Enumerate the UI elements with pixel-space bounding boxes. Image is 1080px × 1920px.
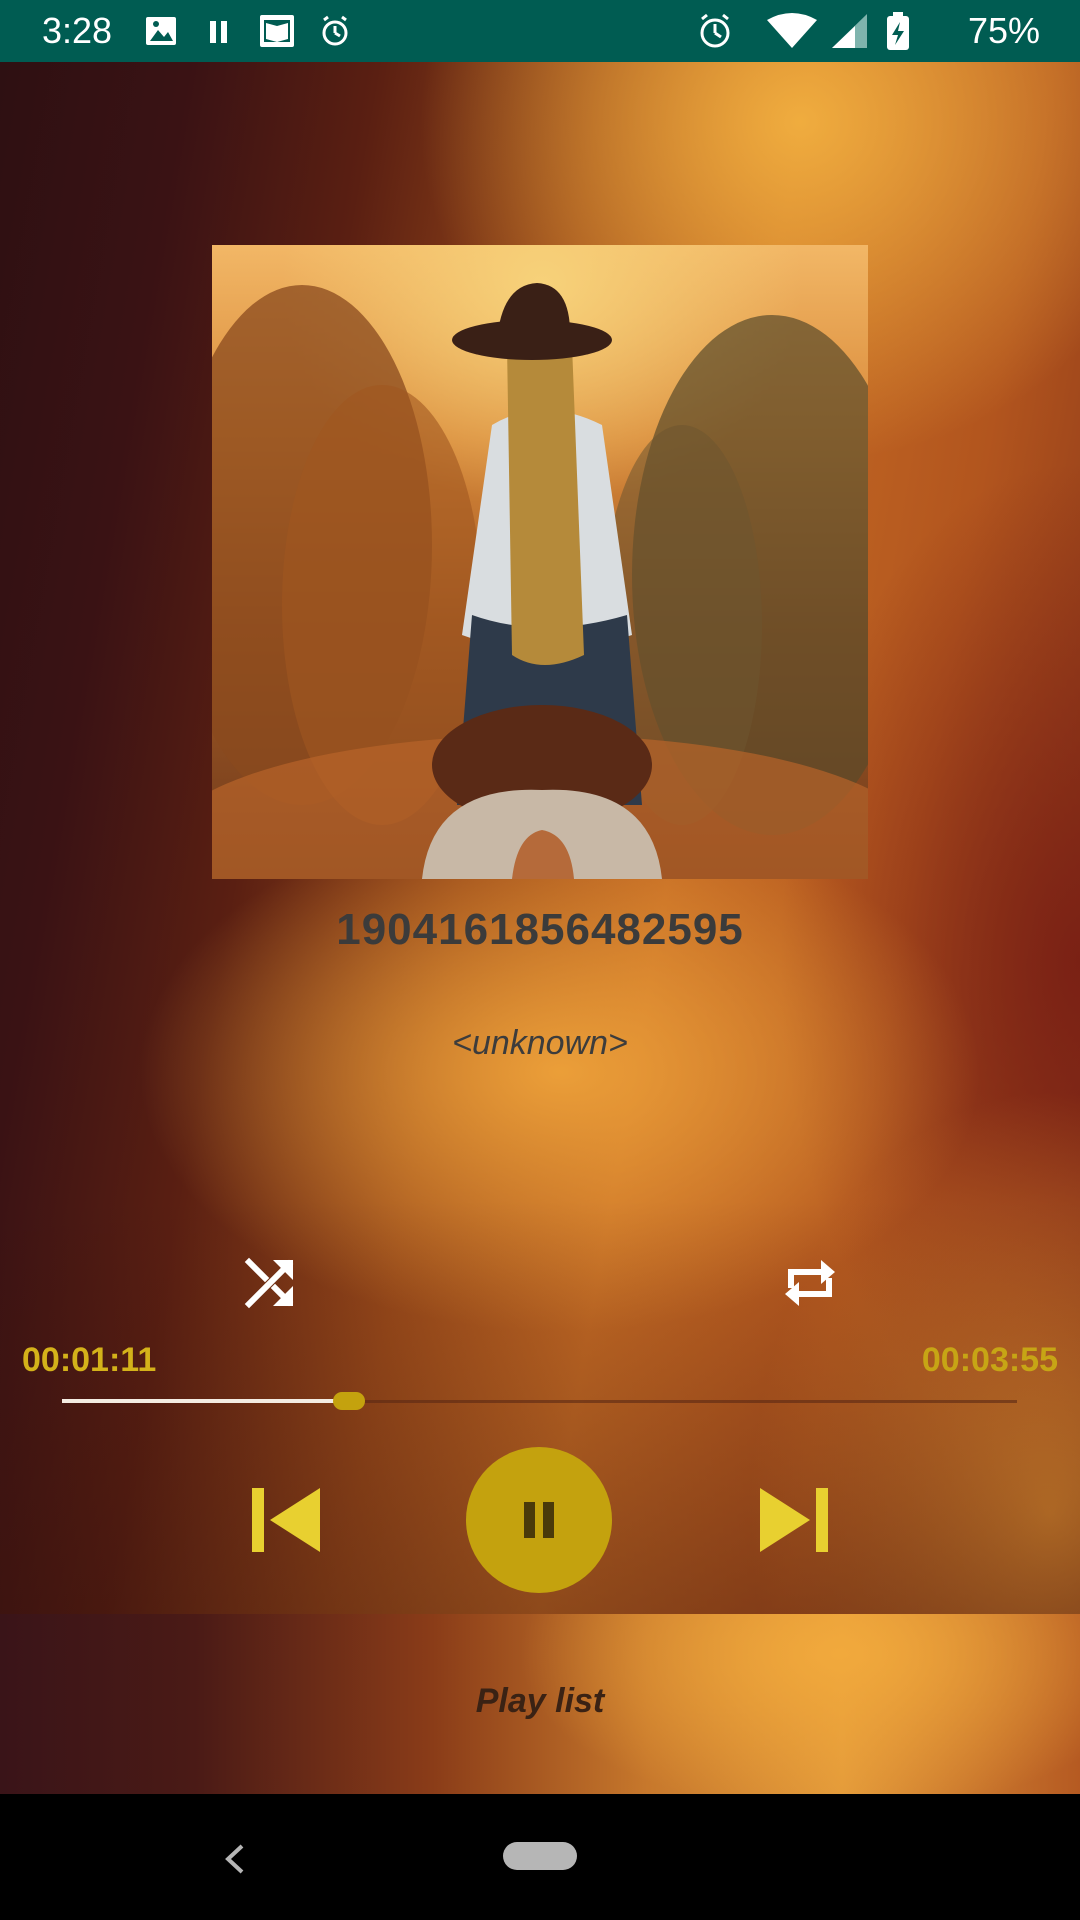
pause-icon	[210, 21, 227, 43]
pause-icon	[524, 1502, 554, 1538]
back-button[interactable]	[214, 1834, 254, 1884]
total-time: 00:03:55	[921, 1341, 1058, 1379]
seek-thumb[interactable]	[333, 1392, 365, 1410]
book-icon	[260, 15, 294, 47]
status-bar: 3:28 75%	[0, 0, 1080, 62]
current-time: 00:01:11	[22, 1341, 157, 1379]
seek-bar[interactable]	[62, 1382, 1017, 1422]
shuffle-icon	[244, 1257, 294, 1309]
signal-icon	[832, 14, 867, 48]
seek-progress	[62, 1399, 349, 1403]
alarm-icon	[322, 15, 348, 46]
home-button[interactable]	[503, 1842, 577, 1870]
system-nav-bar	[0, 1794, 1080, 1920]
back-icon	[225, 1844, 244, 1874]
status-time: 3:28	[42, 10, 113, 51]
music-player-screen: 3:28 75% 1904161856482595 <unknown> 00:0…	[0, 0, 1080, 1920]
album-art	[212, 245, 868, 879]
skip-next-icon	[760, 1488, 828, 1552]
image-icon	[146, 17, 176, 45]
play-pause-button[interactable]	[466, 1447, 612, 1593]
skip-previous-icon	[252, 1488, 320, 1552]
repeat-icon	[785, 1260, 835, 1306]
alarm-icon	[700, 13, 730, 48]
system-status-icons	[700, 12, 909, 50]
wifi-icon	[767, 13, 817, 48]
song-title: 1904161856482595	[336, 905, 744, 954]
next-button[interactable]	[756, 1480, 836, 1560]
battery-percent: 75%	[967, 10, 1040, 51]
notification-icons	[146, 15, 348, 47]
repeat-button[interactable]	[775, 1248, 845, 1318]
previous-button[interactable]	[248, 1480, 328, 1560]
playlist-button[interactable]: Play list	[0, 1614, 1080, 1794]
song-artist: <unknown>	[452, 1024, 628, 1062]
album-art-illustration	[212, 283, 868, 879]
playlist-label: Play list	[475, 1682, 605, 1720]
shuffle-button[interactable]	[235, 1248, 305, 1318]
battery-charging-icon	[887, 12, 909, 50]
